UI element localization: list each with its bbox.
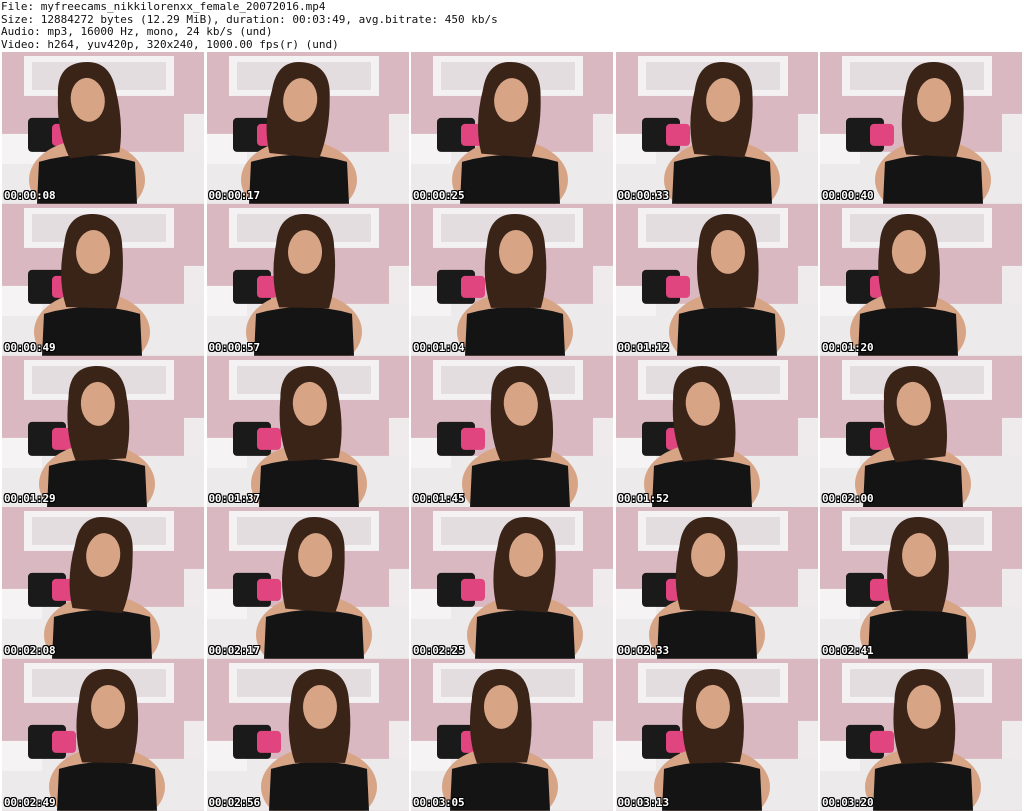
thumbnail-timestamp: 00:00:49 (4, 340, 56, 354)
frame-image (206, 52, 409, 204)
thumbnail-timestamp: 00:00:57 (208, 340, 261, 354)
video-thumbnail: 00:00:40 (820, 52, 1022, 204)
frame-image (615, 659, 818, 811)
video-thumbnail: 00:00:57 (206, 203, 409, 356)
video-thumbnail: 00:02:25 (411, 507, 613, 660)
frame-image (206, 659, 409, 811)
thumbnail-timestamp: 00:02:56 (208, 795, 261, 809)
video-thumbnail: 00:02:56 (206, 659, 409, 811)
video-thumbnail: 00:02:08 (2, 507, 204, 660)
video-info-line: Video: h264, yuv420p, 320x240, 1000.00 f… (1, 37, 339, 51)
frame-image (820, 355, 1022, 508)
video-thumbnail: 00:03:05 (411, 659, 613, 811)
video-thumbnail: 00:00:08 (2, 52, 204, 204)
video-thumbnail: 00:01:37 (206, 355, 409, 508)
thumbnail-timestamp: 00:01:20 (822, 340, 874, 354)
thumbnail-timestamp: 00:00:25 (413, 188, 465, 202)
frame-image (615, 507, 818, 660)
frame-image (2, 52, 204, 204)
video-thumbnail: 00:00:33 (615, 52, 818, 204)
video-thumbnail: 00:01:45 (411, 355, 613, 508)
file-info-header: File: myfreecams_nikkilorenxx_female_200… (0, 0, 1024, 52)
thumbnail-timestamp: 00:01:29 (4, 492, 56, 506)
video-thumbnail: 00:02:41 (820, 507, 1022, 660)
frame-image (206, 355, 409, 508)
video-thumbnail: 00:02:00 (820, 355, 1022, 508)
thumbnail-timestamp: 00:01:37 (208, 492, 261, 506)
frame-image (411, 355, 613, 508)
audio-info-line: Audio: mp3, 16000 Hz, mono, 24 kb/s (und… (1, 25, 273, 38)
thumbnail-timestamp: 00:00:08 (4, 188, 56, 202)
thumbnail-timestamp: 00:02:25 (413, 644, 465, 658)
thumbnail-timestamp: 00:03:05 (413, 795, 465, 809)
frame-image (820, 203, 1022, 356)
video-thumbnail: 00:00:17 (206, 52, 409, 204)
frame-image (2, 203, 204, 356)
thumbnail-timestamp: 00:02:00 (822, 492, 874, 506)
frame-image (615, 203, 818, 356)
video-thumbnail: 00:03:20 (820, 659, 1022, 811)
thumbnail-grid: 00:00:08 00:00:17 00:00:25 00:00:33 00:00:40… (2, 52, 1022, 811)
frame-image (411, 203, 613, 356)
thumbnail-timestamp: 00:02:33 (617, 644, 670, 658)
thumbnail-timestamp: 00:03:20 (822, 795, 874, 809)
video-thumbnail: 00:02:33 (615, 507, 818, 660)
thumbnail-timestamp: 00:01:52 (617, 492, 670, 506)
video-thumbnail: 00:01:04 (411, 203, 613, 356)
frame-image (820, 507, 1022, 660)
thumbnail-timestamp: 00:01:12 (617, 340, 670, 354)
frame-image (820, 659, 1022, 811)
video-thumbnail: 00:01:29 (2, 355, 204, 508)
frame-image (820, 52, 1022, 204)
frame-image (206, 203, 409, 356)
frame-image (2, 355, 204, 508)
frame-image (2, 507, 204, 660)
thumbnail-timestamp: 00:00:33 (617, 188, 670, 202)
frame-image (2, 659, 204, 811)
thumbnail-timestamp: 00:01:45 (413, 492, 465, 506)
frame-image (206, 507, 409, 660)
video-thumbnail: 00:00:49 (2, 203, 204, 356)
frame-image (615, 355, 818, 508)
frame-image (411, 52, 613, 204)
thumbnail-timestamp: 00:00:17 (208, 188, 261, 202)
thumbnail-timestamp: 00:00:40 (822, 188, 874, 202)
video-thumbnail: 00:01:12 (615, 203, 818, 356)
video-thumbnail: 00:00:25 (411, 52, 613, 204)
frame-image (411, 659, 613, 811)
video-thumbnail: 00:01:52 (615, 355, 818, 508)
video-thumbnail: 00:03:13 (615, 659, 818, 811)
thumbnail-timestamp: 00:01:04 (413, 340, 465, 354)
thumbnail-timestamp: 00:02:49 (4, 795, 56, 809)
thumbnail-timestamp: 00:03:13 (617, 795, 670, 809)
frame-image (615, 52, 818, 204)
video-thumbnail: 00:02:49 (2, 659, 204, 811)
video-thumbnail: 00:01:20 (820, 203, 1022, 356)
frame-image (411, 507, 613, 660)
thumbnail-timestamp: 00:02:08 (4, 644, 56, 658)
file-name-line: File: myfreecams_nikkilorenxx_female_200… (1, 0, 326, 13)
video-thumbnail: 00:02:17 (206, 507, 409, 660)
thumbnail-timestamp: 00:02:17 (208, 644, 261, 658)
thumbnail-timestamp: 00:02:41 (822, 644, 874, 658)
